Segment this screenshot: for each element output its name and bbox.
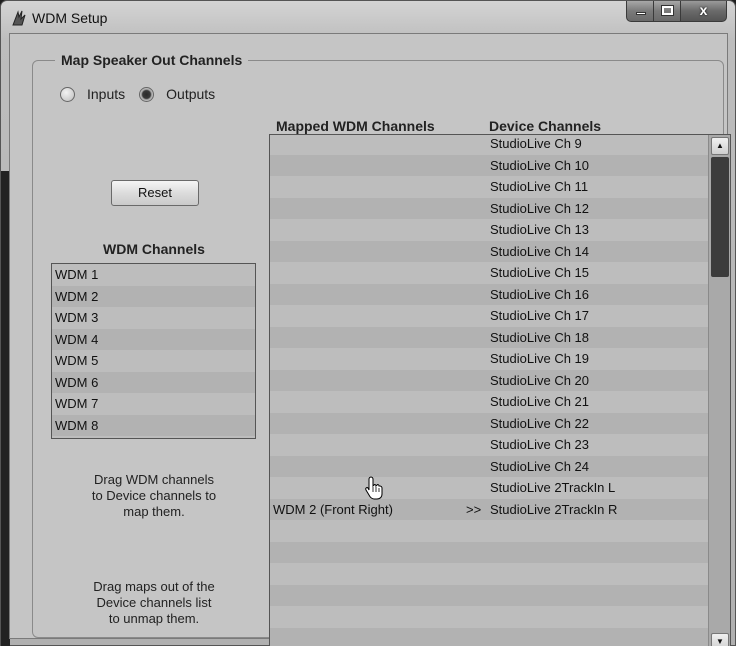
- hint-line: Device channels list: [96, 595, 212, 610]
- device-channel-cell[interactable]: StudioLive Ch 23: [490, 437, 589, 452]
- device-channel-cell[interactable]: StudioLive Ch 22: [490, 416, 589, 431]
- maximize-button[interactable]: [654, 1, 681, 22]
- inputs-radio-label[interactable]: Inputs: [87, 86, 125, 102]
- device-channel-cell[interactable]: StudioLive Ch 15: [490, 265, 589, 280]
- table-row[interactable]: [270, 520, 708, 542]
- table-row[interactable]: StudioLive Ch 17: [270, 305, 708, 327]
- list-item[interactable]: WDM 1: [52, 264, 255, 286]
- reset-button[interactable]: Reset: [111, 180, 199, 206]
- hand-pointer-cursor-icon: [365, 476, 383, 500]
- table-row[interactable]: StudioLive Ch 24: [270, 455, 708, 477]
- scroll-down-arrow-icon[interactable]: ▼: [711, 633, 729, 646]
- scroll-thumb[interactable]: [711, 157, 729, 277]
- table-row[interactable]: StudioLive Ch 16: [270, 283, 708, 305]
- unmap-instructions: Drag maps out of the Device channels lis…: [52, 579, 256, 627]
- map-arrow-cell: >>: [466, 501, 482, 517]
- device-channel-cell[interactable]: StudioLive Ch 10: [490, 158, 589, 173]
- mode-radio-group: Inputs Outputs: [60, 86, 229, 102]
- device-channel-cell[interactable]: StudioLive 2TrackIn R: [490, 502, 617, 517]
- list-item[interactable]: WDM 7: [52, 393, 255, 415]
- table-row[interactable]: [270, 541, 708, 563]
- title-bar[interactable]: WDM Setup x: [1, 1, 735, 33]
- hint-line: to Device channels to: [91, 488, 217, 503]
- minimize-icon: [636, 12, 646, 15]
- table-row[interactable]: StudioLive Ch 22: [270, 412, 708, 434]
- table-row[interactable]: StudioLive Ch 14: [270, 240, 708, 262]
- wdm-setup-window: WDM Setup x Map Speaker Out Channels Inp…: [0, 0, 736, 646]
- scroll-up-arrow-icon[interactable]: ▲: [711, 137, 729, 155]
- list-item[interactable]: WDM 5: [52, 350, 255, 372]
- table-row[interactable]: StudioLive 2TrackIn L: [270, 477, 708, 499]
- wdm-channels-heading: WDM Channels: [103, 241, 205, 257]
- list-item[interactable]: WDM 6: [52, 371, 255, 393]
- inputs-radio[interactable]: [60, 86, 75, 102]
- window-title: WDM Setup: [32, 10, 108, 26]
- device-channel-cell[interactable]: StudioLive Ch 14: [490, 244, 589, 259]
- map-instructions: Drag WDM channels to Device channels to …: [52, 472, 256, 520]
- vertical-scrollbar[interactable]: ▲ ▼: [708, 135, 730, 646]
- table-row[interactable]: WDM 2 (Front Right) >> StudioLive 2TrackIn…: [270, 498, 708, 520]
- list-item[interactable]: WDM 3: [52, 307, 255, 329]
- close-icon: x: [699, 2, 708, 18]
- device-channel-cell[interactable]: StudioLive Ch 9: [490, 136, 582, 151]
- table-row[interactable]: [270, 606, 708, 628]
- minimize-button[interactable]: [626, 1, 654, 22]
- table-row[interactable]: StudioLive Ch 11: [270, 176, 708, 198]
- table-row[interactable]: StudioLive Ch 13: [270, 219, 708, 241]
- table-row[interactable]: [270, 627, 708, 646]
- dialog-client-area: Map Speaker Out Channels Inputs Outputs …: [9, 33, 731, 646]
- maximize-icon: [661, 5, 674, 16]
- table-row[interactable]: StudioLive Ch 10: [270, 154, 708, 176]
- mapped-wdm-channels-header: Mapped WDM Channels: [276, 118, 435, 134]
- outputs-radio[interactable]: [139, 86, 155, 102]
- device-channel-cell[interactable]: StudioLive Ch 17: [490, 308, 589, 323]
- device-channel-cell[interactable]: StudioLive Ch 11: [490, 179, 588, 194]
- hint-line: map them.: [123, 504, 185, 519]
- table-row[interactable]: StudioLive Ch 19: [270, 348, 708, 370]
- device-channels-list[interactable]: WDM 2 (Front Right) >> StudioLive 2TrackIn…: [269, 134, 731, 646]
- list-item[interactable]: WDM 2: [52, 285, 255, 307]
- table-row[interactable]: StudioLive Ch 12: [270, 197, 708, 219]
- table-row[interactable]: StudioLive Ch 15: [270, 262, 708, 284]
- list-item[interactable]: WDM 4: [52, 328, 255, 350]
- device-channel-cell[interactable]: StudioLive Ch 16: [490, 287, 589, 302]
- device-channel-cell[interactable]: StudioLive Ch 13: [490, 222, 589, 237]
- presonus-app-icon: [12, 10, 26, 26]
- table-row[interactable]: [270, 563, 708, 585]
- device-channel-cell[interactable]: StudioLive Ch 18: [490, 330, 589, 345]
- hint-line: Drag WDM channels: [94, 472, 214, 487]
- mapped-wdm-cell[interactable]: WDM 2 (Front Right): [273, 502, 393, 517]
- table-row[interactable]: StudioLive Ch 23: [270, 434, 708, 456]
- device-channel-cell[interactable]: StudioLive Ch 24: [490, 459, 589, 474]
- list-item[interactable]: WDM 8: [52, 414, 255, 436]
- table-row[interactable]: StudioLive Ch 9: [270, 135, 708, 155]
- table-row[interactable]: StudioLive Ch 20: [270, 369, 708, 391]
- device-channel-cell[interactable]: StudioLive Ch 12: [490, 201, 589, 216]
- group-title: Map Speaker Out Channels: [55, 52, 249, 68]
- device-channel-cell[interactable]: StudioLive 2TrackIn L: [490, 480, 615, 495]
- table-row[interactable]: StudioLive Ch 21: [270, 391, 708, 413]
- device-channel-cell[interactable]: StudioLive Ch 20: [490, 373, 589, 388]
- table-row[interactable]: [270, 584, 708, 606]
- device-channels-header: Device Channels: [489, 118, 602, 134]
- window-controls: x: [626, 1, 727, 22]
- wdm-channels-list[interactable]: WDM 1 WDM 2 WDM 3 WDM 4 WDM 5 WDM 6 WDM …: [51, 263, 256, 439]
- hint-line: to unmap them.: [108, 611, 200, 626]
- device-channel-cell[interactable]: StudioLive Ch 19: [490, 351, 589, 366]
- device-channel-cell[interactable]: StudioLive Ch 21: [490, 394, 589, 409]
- outputs-radio-label[interactable]: Outputs: [166, 86, 215, 102]
- table-row[interactable]: StudioLive Ch 18: [270, 326, 708, 348]
- close-button[interactable]: x: [681, 1, 727, 22]
- hint-line: Drag maps out of the: [93, 579, 215, 594]
